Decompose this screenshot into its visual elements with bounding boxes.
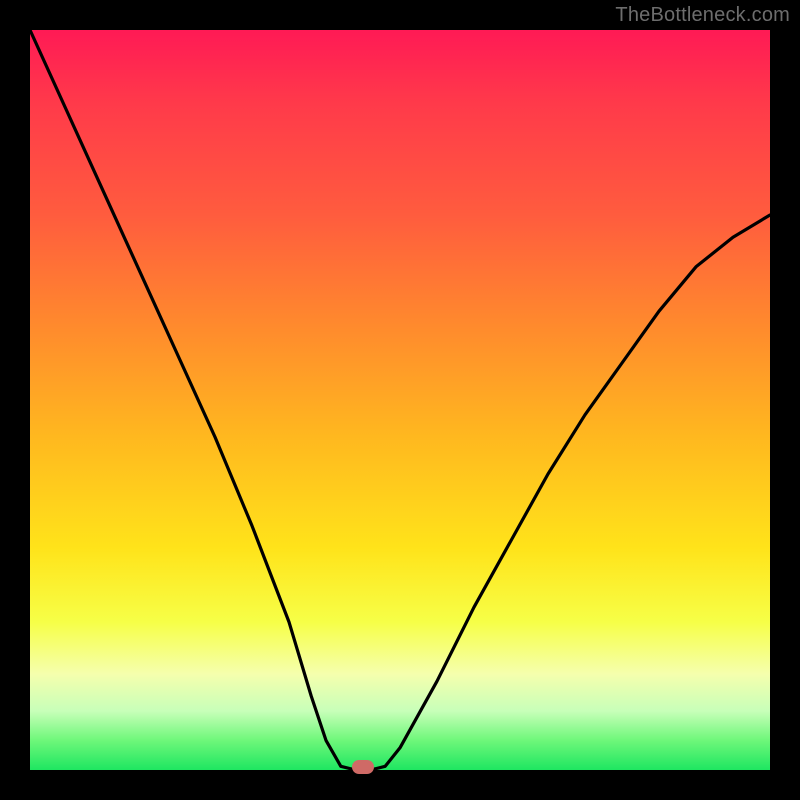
optimal-marker xyxy=(352,760,374,774)
curve-path xyxy=(30,30,770,770)
bottleneck-curve xyxy=(30,30,770,770)
plot-area xyxy=(30,30,770,770)
chart-frame: TheBottleneck.com xyxy=(0,0,800,800)
watermark-text: TheBottleneck.com xyxy=(615,4,790,27)
